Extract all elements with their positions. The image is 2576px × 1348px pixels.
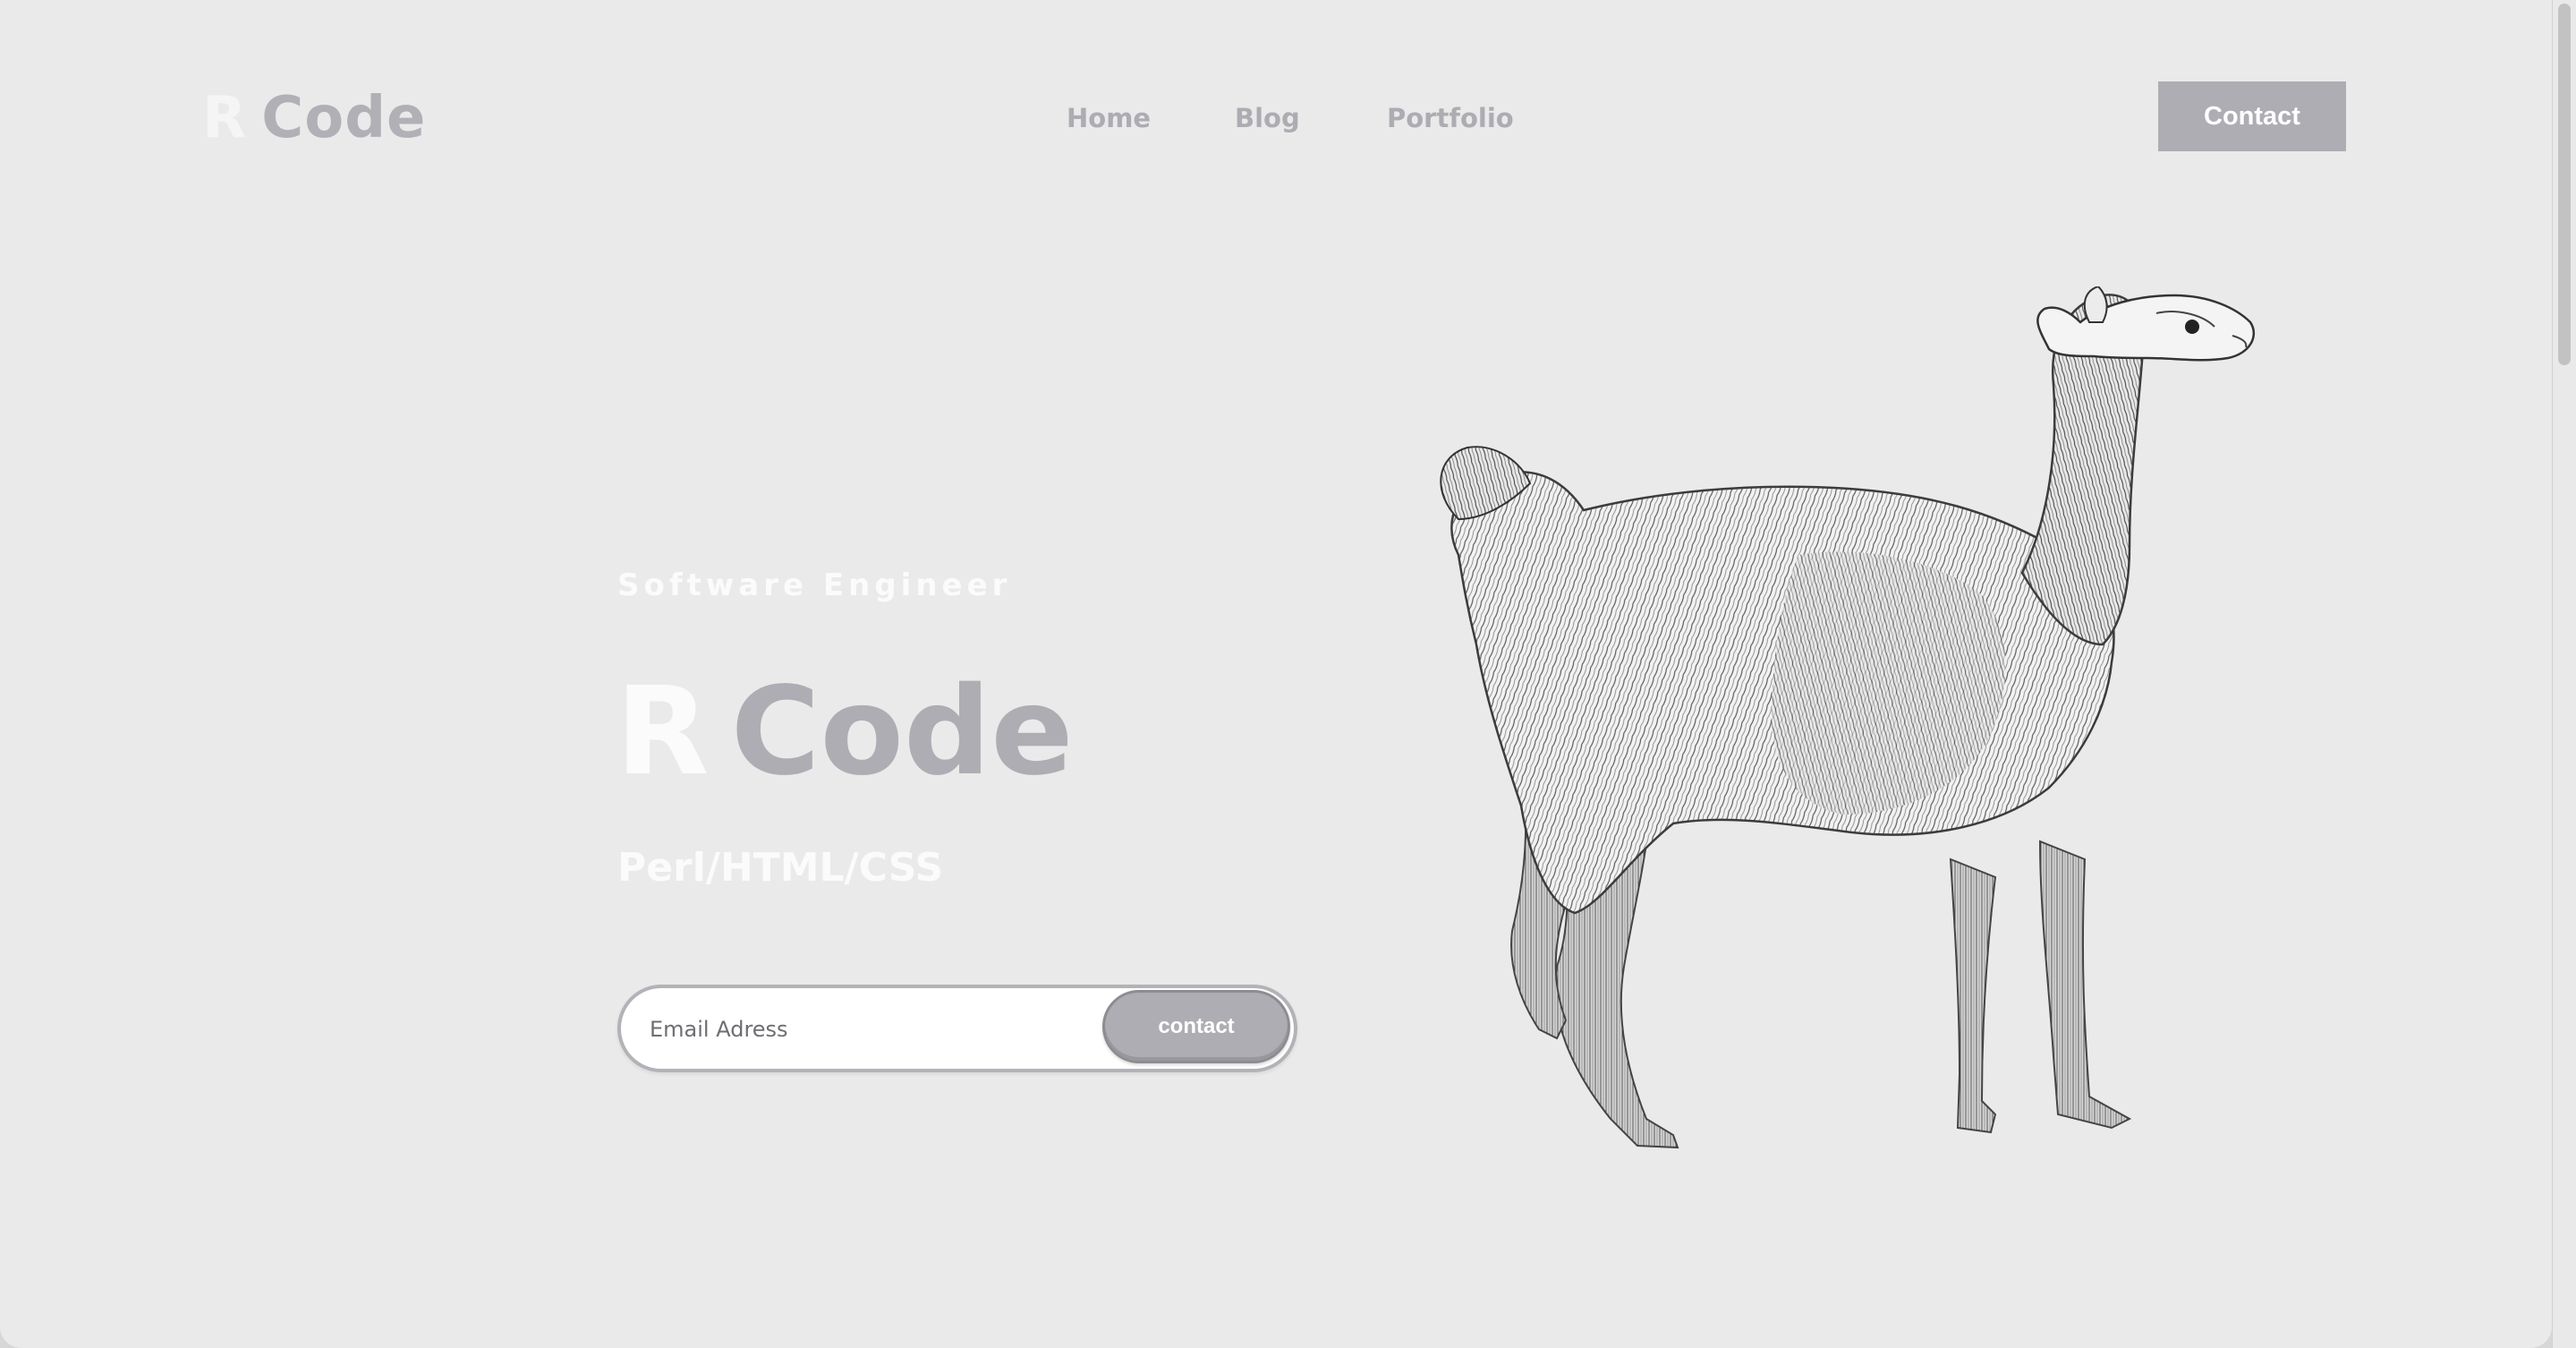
hero-title-second: Code — [730, 661, 1074, 803]
hero-subtitle: Software Engineer — [617, 567, 1012, 603]
llama-illustration-icon — [1440, 286, 2256, 1149]
logo-first: R — [202, 85, 248, 151]
nav-blog-link[interactable]: Blog — [1235, 98, 1300, 138]
vertical-scrollbar[interactable] — [2552, 0, 2576, 1348]
hero-title: R Code — [616, 661, 1074, 804]
scrollbar-thumb[interactable] — [2558, 4, 2571, 365]
nav-home-link[interactable]: Home — [1067, 98, 1151, 138]
header-contact-button[interactable]: Contact — [2158, 81, 2346, 151]
hero-title-first: R — [616, 661, 710, 803]
email-input[interactable] — [648, 988, 1036, 1071]
logo-second: Code — [261, 85, 427, 151]
email-contact-button[interactable]: contact — [1102, 990, 1290, 1063]
nav-portfolio-link[interactable]: Portfolio — [1387, 98, 1514, 138]
email-form: contact — [617, 985, 1297, 1072]
site-logo[interactable]: R Code — [202, 82, 426, 154]
page: R Code Home Blog Portfolio Contact Softwa… — [0, 0, 2552, 1348]
hero-skills: Perl/HTML/CSS — [617, 845, 944, 891]
